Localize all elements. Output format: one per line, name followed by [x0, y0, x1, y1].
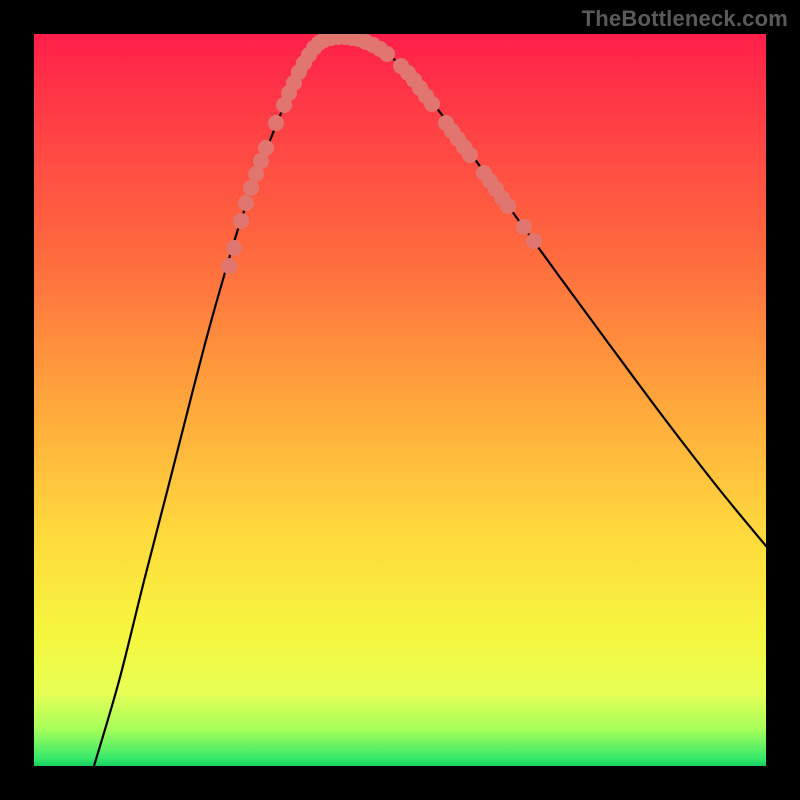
highlight-dot — [233, 213, 249, 229]
highlight-dot — [516, 219, 532, 235]
v-curve-line — [94, 37, 766, 766]
highlight-dot — [526, 233, 542, 249]
highlight-dot — [462, 147, 478, 163]
highlight-dot — [238, 195, 254, 211]
highlight-dot — [379, 46, 395, 62]
attribution-label: TheBottleneck.com — [582, 6, 788, 32]
highlight-dot — [226, 240, 242, 256]
highlight-dot — [424, 96, 440, 112]
plot-area — [34, 34, 766, 766]
highlight-dot — [268, 115, 284, 131]
chart-svg — [34, 34, 766, 766]
highlight-dot — [243, 180, 259, 196]
highlight-dot — [221, 258, 237, 274]
highlight-dot — [500, 198, 516, 214]
highlight-dots-group — [221, 34, 542, 274]
highlight-dot — [258, 140, 274, 156]
chart-frame: TheBottleneck.com — [0, 0, 800, 800]
